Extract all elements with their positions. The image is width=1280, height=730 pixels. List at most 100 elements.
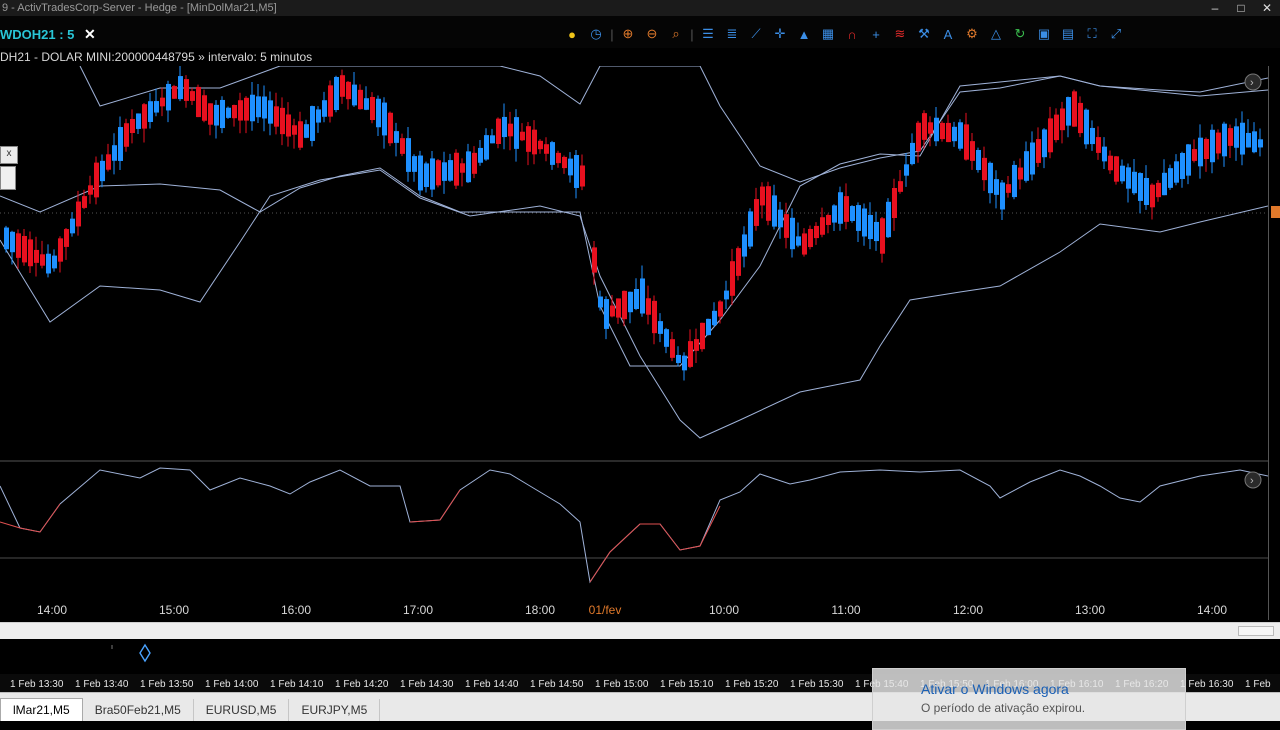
chart-tab-eurusd[interactable]: EURUSD,M5 [194,699,290,721]
candle-body [718,301,723,317]
clock-icon[interactable]: ◷ [584,23,608,45]
candle-body [562,156,567,169]
magnet-icon[interactable]: ∩ [840,23,864,45]
candle-body [238,100,243,121]
close-window-button[interactable]: ✕ [1254,0,1280,16]
candle-body [292,125,297,135]
candle-body [136,113,141,129]
candle-body [286,114,291,137]
horizontal-scrollbar[interactable] [0,622,1280,640]
candle-body [556,152,561,164]
candle-body [190,91,195,101]
candle-body [748,211,753,247]
candle-body [526,126,531,152]
candle-body [124,123,129,147]
camera-icon[interactable]: ▤ [1056,23,1080,45]
candle-body [472,152,477,174]
candle-body [262,96,267,119]
time-axis-label: 10:00 [709,603,739,617]
candle-body [460,163,465,173]
indicators-icon[interactable]: ☰ [696,23,720,45]
candle-body [1222,123,1227,157]
search-icon[interactable]: ⌕ [664,23,688,45]
triangle-icon[interactable]: △ [984,23,1008,45]
trendline-icon[interactable]: ⟋ [744,23,768,45]
candle-body [862,208,867,237]
candle-body [796,236,801,246]
candle-body [502,116,507,138]
price-scale[interactable] [1268,66,1280,620]
candle-body [250,94,255,122]
crosshair-icon[interactable]: ✛ [768,23,792,45]
candle-body [946,122,951,143]
candle-body [490,135,495,144]
lightbulb-icon[interactable]: ● [560,23,584,45]
candle-body [1000,182,1005,210]
candle-body [1066,97,1071,126]
navigator-time-label: 1 Feb 14:40 [465,679,519,690]
navigator-time-label: 1 Feb 15:10 [660,679,714,690]
candle-body [160,97,165,107]
text-icon[interactable]: A [936,23,960,45]
candle-body [76,201,81,227]
candle-body [256,96,261,118]
candle-body [340,75,345,97]
refresh-icon[interactable]: ↻ [1008,23,1032,45]
candle-body [1150,184,1155,208]
candle-body [868,214,873,240]
windows-activation-toast[interactable]: Ativar o Windows agora O período de ativ… [872,668,1186,730]
wrench-icon[interactable]: ⚒ [912,23,936,45]
fit-icon[interactable]: ⛶ [1080,23,1104,45]
navigator-time-label: 1 Feb 14:00 [205,679,259,690]
candle-body [148,101,153,122]
panel-stub[interactable] [0,166,16,190]
candle-body [730,261,735,296]
save-icon[interactable]: ▣ [1032,23,1056,45]
candle-body [1012,164,1017,198]
maximize-button[interactable]: □ [1228,0,1254,16]
chart-tab-mindolmar21[interactable]: lMar21,M5 [0,698,83,721]
navigator-marker-icon[interactable] [139,643,151,663]
zoom-in-icon[interactable]: ⊕ [616,23,640,45]
candle-body [1174,161,1179,183]
candle-body [844,196,849,222]
log-scale-icon[interactable]: ≋ [888,23,912,45]
candle-body [940,122,945,140]
candle-body [1120,165,1125,182]
candle-body [838,192,843,224]
candle-body [1132,171,1137,194]
layout-icon[interactable]: ▦ [816,23,840,45]
close-icon[interactable]: ✕ [84,26,96,42]
zoom-out-icon[interactable]: ⊖ [640,23,664,45]
candle-body [1018,167,1023,180]
list-icon[interactable]: ≣ [720,23,744,45]
candle-body [814,225,819,239]
chart-tab-eurjpy[interactable]: EURJPY,M5 [289,699,381,721]
close-icon[interactable]: x [0,146,18,164]
add-icon[interactable]: + [864,23,888,45]
candle-body [772,195,777,227]
symbol-tab[interactable]: WDOH21 : 5 ✕ [0,22,96,46]
chart-tab-bra50feb21[interactable]: Bra50Feb21,M5 [83,699,194,721]
candle-body [370,96,375,121]
candle-body [1036,139,1041,163]
candle-body [1240,122,1245,155]
candle-body [886,201,891,238]
candle-body [394,131,399,143]
minimize-button[interactable]: – [1202,0,1228,16]
candle-body [592,247,597,273]
shapes-icon[interactable]: ▲ [792,23,816,45]
price-chart[interactable]: › › [0,66,1268,620]
candle-body [778,209,783,228]
candle-body [1162,172,1167,196]
candle-body [1204,138,1209,160]
candle-body [64,229,69,247]
expand-icon[interactable]: ⤢ [1104,23,1128,45]
candle-body [928,122,933,134]
candle-body [1048,118,1053,153]
window-title: 9 - ActivTradesCorp-Server - Hedge - [Mi… [2,2,277,14]
gear-icon[interactable]: ⚙ [960,23,984,45]
candle-body [406,138,411,172]
candle-body [1168,168,1173,188]
scrollbar-grip[interactable] [1238,626,1274,636]
